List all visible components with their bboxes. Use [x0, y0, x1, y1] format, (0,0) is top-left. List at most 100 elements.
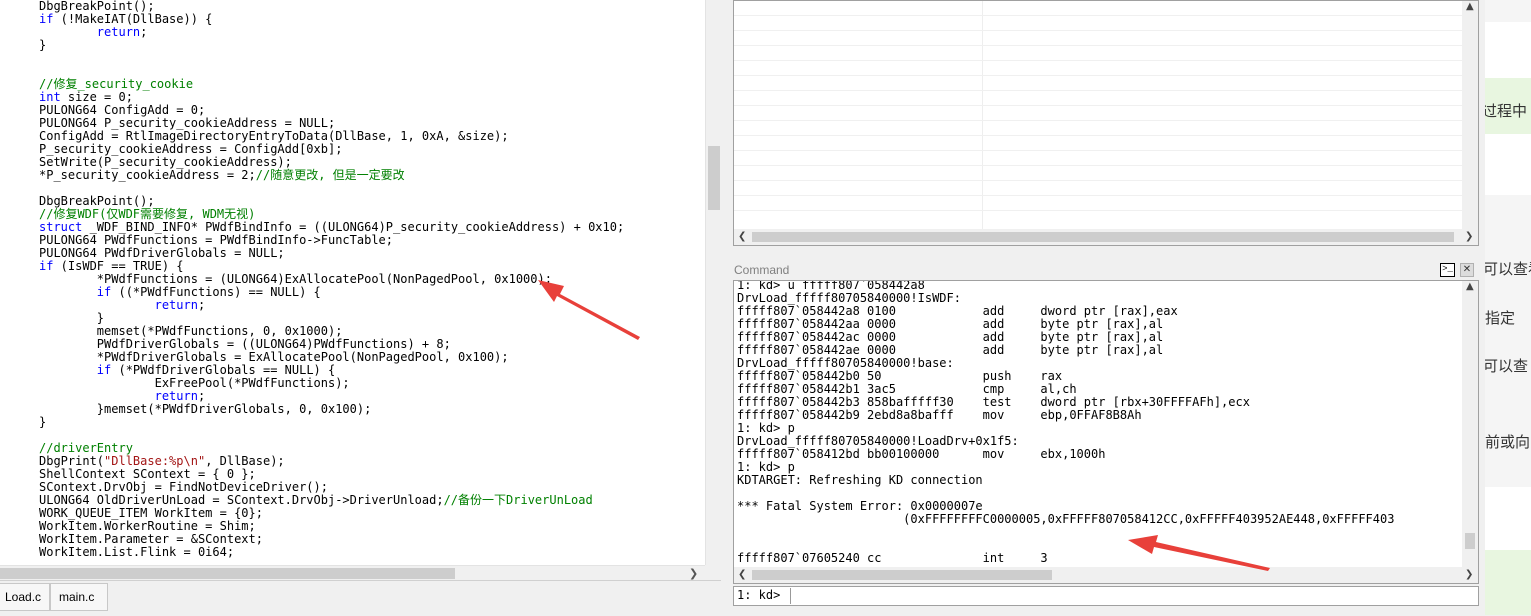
code-token: DbgBreakPoint();	[39, 194, 155, 208]
code-token: DbgPrint(	[39, 454, 105, 468]
code-token: WorkItem.List.Flink = 0i64;	[39, 545, 235, 559]
code-token: WORK_QUEUE_ITEM WorkItem = {0};	[39, 506, 263, 520]
tab-main-c[interactable]: main.c	[50, 583, 108, 611]
tab-label: Load.c	[5, 590, 42, 604]
code-token: //修复_security_cookie	[39, 77, 194, 91]
code-token: if	[39, 259, 54, 273]
scrollbar-thumb[interactable]	[0, 568, 455, 579]
scrollbar-thumb[interactable]	[752, 570, 1052, 580]
code-token: ExFreePool(*PWdfFunctions);	[39, 376, 350, 390]
console-icon[interactable]: >_	[1440, 263, 1455, 277]
code-token: _WDF_BIND_INFO* PWdfBindInfo = ((ULONG64…	[82, 220, 625, 234]
row-line	[734, 150, 1463, 151]
tab-load-c[interactable]: Load.c	[0, 583, 51, 611]
code-token: //driverEntry	[39, 441, 133, 455]
command-output-text: 1: kd> u fffff807`058442a8 DrvLoad_fffff8…	[737, 281, 1394, 565]
row-line	[734, 210, 1463, 211]
code-token: return	[96, 25, 141, 39]
pane-splitter[interactable]	[721, 0, 733, 615]
code-line[interactable]: *P_security_cookieAddress = 2;//随意更改, 但是…	[39, 169, 624, 182]
output-line: fffff807`058412bd bb00100000 mov ebx,100…	[737, 447, 1106, 461]
scroll-left-icon[interactable]: ❮	[738, 567, 746, 583]
scrollbar-thumb[interactable]	[752, 232, 1454, 242]
close-icon[interactable]: ✕	[1460, 263, 1474, 277]
scroll-right-icon[interactable]: ❯	[1465, 229, 1473, 245]
code-token: ShellContext SContext = { 0 };	[39, 467, 256, 481]
scroll-up-icon[interactable]: ▲	[1466, 1, 1474, 15]
annotation-arrow-icon	[538, 280, 640, 340]
page-text: 可以查看	[1485, 260, 1531, 278]
code-token: ULONG64 OldDriverUnLoad = SContext.DrvOb…	[39, 493, 444, 507]
code-token: WorkItem.Parameter = &SContext;	[39, 532, 263, 546]
code-token: }	[39, 38, 47, 52]
scrollbar-thumb[interactable]	[1465, 533, 1475, 549]
code-token: *PWdfDriverGlobals = ExAllocatePool(NonP…	[39, 350, 509, 364]
editor-vertical-scrollbar[interactable]	[705, 0, 722, 565]
code-token: return	[154, 298, 198, 312]
code-token: "DllBase:%p\n"	[104, 454, 206, 468]
code-line[interactable]: }	[39, 39, 624, 52]
code-token: PULONG64 PWdfDriverGlobals = NULL;	[39, 246, 285, 260]
command-output[interactable]: 1: kd> u fffff807`058442a8 DrvLoad_fffff8…	[733, 280, 1479, 584]
code-token: SContext.DrvObj = FindNotDeviceDriver();	[39, 480, 328, 494]
row-line	[734, 15, 1463, 16]
command-window-title: Command	[734, 263, 790, 277]
output-line: fffff807`058442b9 2ebd8a8bafff mov ebp,0…	[737, 408, 1142, 422]
code-token: //备份一下DriverUnLoad	[443, 493, 593, 507]
scrollbar-thumb[interactable]	[708, 146, 720, 210]
command-horizontal-scrollbar[interactable]: ❮ ❯	[734, 567, 1478, 583]
page-text: 指定	[1485, 309, 1516, 327]
scroll-right-icon[interactable]: ❯	[1465, 567, 1473, 583]
code-token: PULONG64 ConfigAdd = 0;	[39, 103, 206, 117]
code-token: (*PWdfDriverGlobals == NULL) {	[111, 363, 336, 377]
arrow-shape	[538, 280, 640, 340]
code-line[interactable]: }	[39, 416, 624, 429]
row-line	[734, 105, 1463, 106]
debugger-upper-pane: ▲ ❮ ❯	[733, 0, 1479, 246]
scroll-up-icon[interactable]: ▲	[1466, 281, 1474, 295]
code-token: ConfigAdd = RtlImageDirectoryEntryToData…	[39, 129, 509, 143]
annotation-arrow-icon	[1128, 535, 1270, 571]
command-vertical-scrollbar[interactable]: ▲	[1462, 281, 1478, 567]
row-line	[734, 120, 1463, 121]
code-token: if	[96, 363, 112, 377]
code-token: //随意更改, 但是一定要改	[255, 168, 405, 182]
row-line	[734, 75, 1463, 76]
row-line	[734, 90, 1463, 91]
file-tab-bar: Load.c main.c	[0, 580, 721, 616]
background-page: 过程中 可以查看 指定 可以查 前或向	[1485, 0, 1531, 615]
command-window-titlebar: Command >_ ✕	[733, 262, 1479, 280]
code-token: *PWdfFunctions = (ULONG64)ExAllocatePool…	[39, 272, 552, 286]
code-line[interactable]: }memset(*PWdfDriverGlobals, 0, 0x100);	[39, 403, 624, 416]
code-token: return	[154, 389, 198, 403]
command-prompt: 1: kd>	[737, 588, 781, 602]
code-token: *P_security_cookieAddress = 2;	[39, 168, 256, 182]
scroll-right-icon[interactable]: ❯	[689, 566, 698, 581]
code-line[interactable]: WorkItem.List.Flink = 0i64;	[39, 546, 624, 559]
code-token: , DllBase);	[205, 454, 285, 468]
code-token: PULONG64 P_security_cookieAddress = NULL…	[39, 116, 336, 130]
code-token: if	[96, 285, 112, 299]
command-input[interactable]	[790, 588, 1477, 604]
row-line	[734, 180, 1463, 181]
code-token: }	[39, 415, 47, 429]
code-token: SetWrite(P_security_cookieAddress);	[39, 155, 292, 169]
code-token: P_security_cookieAddress = ConfigAdd[0xb…	[39, 142, 343, 156]
upper-vertical-scrollbar[interactable]: ▲	[1462, 1, 1478, 229]
command-input-bar: 1: kd>	[733, 586, 1479, 606]
code-token: memset(*PWdfFunctions, 0, 0x1000);	[39, 324, 343, 338]
code-token: PWdfDriverGlobals = ((ULONG64)PWdfFuncti…	[39, 337, 451, 351]
code-line[interactable]: return;	[39, 26, 624, 39]
code-line[interactable]	[39, 52, 624, 65]
code-token: (IsWDF == TRUE) {	[53, 259, 184, 273]
row-line	[734, 135, 1463, 136]
scroll-left-icon[interactable]: ❮	[738, 229, 746, 245]
editor-horizontal-scrollbar[interactable]: ❯	[0, 565, 705, 581]
highlight-band	[1485, 550, 1531, 615]
upper-horizontal-scrollbar[interactable]: ❮ ❯	[734, 229, 1478, 245]
page-text: 前或向	[1485, 433, 1531, 451]
